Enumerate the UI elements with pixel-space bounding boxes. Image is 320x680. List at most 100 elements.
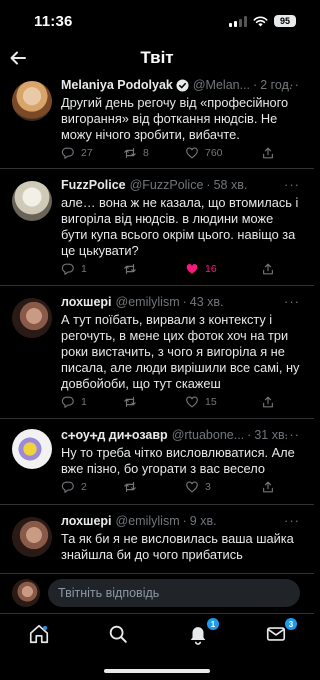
cellular-signal-icon: [229, 15, 247, 27]
author-name[interactable]: с🕂оу🕂д ди🕂озавр: [61, 428, 168, 443]
like-button[interactable]: 16: [185, 262, 217, 276]
tweet[interactable]: FuzzPolice @FuzzPolice · 58 хв. ··· але……: [0, 168, 314, 285]
heart-icon: [186, 481, 198, 493]
verified-badge-icon: [176, 78, 189, 92]
author-handle[interactable]: @rtuabone...: [172, 428, 244, 442]
heart-filled-icon: [186, 264, 198, 274]
nav-messages[interactable]: 3: [265, 618, 297, 647]
more-options-icon[interactable]: ···: [284, 177, 300, 192]
share-button[interactable]: [261, 395, 275, 409]
nav-notifications[interactable]: 1: [187, 618, 219, 647]
wifi-icon: [253, 16, 268, 26]
reply-icon: [61, 396, 74, 408]
tweet-time: 9 хв.: [189, 514, 217, 528]
bell-icon: [190, 627, 206, 645]
avatar[interactable]: [12, 517, 52, 557]
messages-badge: 3: [285, 618, 297, 630]
reply-button[interactable]: 1: [61, 262, 87, 276]
search-icon: [109, 625, 127, 643]
share-icon: [263, 481, 273, 493]
author-name[interactable]: лохшері: [61, 295, 112, 309]
retweet-button[interactable]: 8: [123, 146, 149, 160]
tweet[interactable]: лохшері @emilylism · 43 хв. ··· А тут по…: [0, 285, 314, 418]
tweet-text: Ну то треба чітко висловлюватися. Але вж…: [61, 445, 295, 476]
like-button[interactable]: 760: [185, 146, 223, 160]
reply-count: 1: [81, 263, 87, 275]
heart-icon: [186, 396, 198, 408]
author-name[interactable]: лохшері: [61, 514, 112, 528]
author-name[interactable]: FuzzPolice: [61, 178, 126, 192]
reply-input[interactable]: [48, 579, 300, 607]
like-button[interactable]: 3: [185, 480, 211, 494]
avatar[interactable]: [12, 298, 52, 338]
like-count: 15: [205, 396, 217, 408]
status-bar: 11:36 95: [0, 0, 314, 40]
avatar[interactable]: [12, 429, 52, 469]
share-button[interactable]: [261, 480, 275, 494]
reply-icon: [61, 263, 74, 275]
avatar[interactable]: [12, 81, 52, 121]
tweet-actions: 2 3: [61, 479, 300, 495]
tweet-text: А тут поїбать, вирвали з контексту і рег…: [61, 312, 300, 391]
separator-dot: ·: [182, 295, 187, 309]
reply-button[interactable]: 1: [61, 395, 87, 409]
retweet-button[interactable]: [123, 262, 143, 276]
tweet[interactable]: лохшері @emilylism · 9 хв. ··· Та як би …: [0, 504, 314, 573]
system-icons: 95: [229, 15, 296, 27]
separator-dot: ·: [206, 178, 211, 192]
current-user-avatar[interactable]: [12, 579, 40, 607]
nav-home[interactable]: [28, 623, 52, 647]
reply-icon: [61, 147, 74, 159]
avatar[interactable]: [12, 181, 52, 221]
share-button[interactable]: [261, 146, 275, 160]
share-icon: [263, 147, 273, 159]
more-options-icon[interactable]: ···: [284, 77, 300, 92]
heart-icon: [186, 147, 198, 159]
share-button[interactable]: [261, 262, 275, 276]
retweet-count: 8: [143, 147, 149, 159]
author-handle[interactable]: @emilylism: [116, 514, 180, 528]
author-name[interactable]: Melaniya Podolyak: [61, 78, 173, 92]
tweet-actions: 1 16: [61, 261, 300, 277]
status-time: 11:36: [34, 12, 73, 30]
retweet-icon: [124, 148, 136, 158]
home-indicator[interactable]: [104, 669, 210, 673]
tweet-actions: 27 8 760: [61, 145, 300, 161]
author-handle[interactable]: @emilylism: [116, 295, 180, 309]
tweet-actions: 1 15: [61, 394, 300, 410]
separator-dot: ·: [247, 428, 252, 442]
reply-bar: [0, 573, 314, 613]
tweet-time: 43 хв.: [189, 295, 224, 309]
reply-button[interactable]: 2: [61, 480, 87, 494]
tweet-time: 58 хв.: [213, 178, 248, 192]
retweet-button[interactable]: [123, 480, 143, 494]
tweet[interactable]: Melaniya Podolyak @Melan... · 2 год. ···…: [0, 68, 314, 168]
like-button[interactable]: 15: [185, 395, 217, 409]
new-content-dot: [43, 626, 47, 630]
reply-count: 27: [81, 147, 93, 159]
tweet[interactable]: с🕂оу🕂д ди🕂озавр @rtuabone... · 31 хв. ··…: [0, 418, 314, 504]
bottom-nav: 1 3: [0, 613, 314, 680]
mail-icon: [266, 627, 286, 641]
nav-search[interactable]: [107, 623, 131, 647]
more-options-icon[interactable]: ···: [284, 294, 300, 309]
battery-icon: 95: [274, 15, 296, 27]
tweet-text: Другий день регочу від «професійного виг…: [61, 95, 289, 142]
reply-button[interactable]: 27: [61, 146, 93, 160]
share-icon: [263, 263, 273, 275]
author-handle[interactable]: @Melan...: [193, 78, 250, 92]
tweet-text: але… вона ж не казала, що втомилась і ви…: [61, 195, 299, 258]
notifications-badge: 1: [207, 618, 219, 630]
author-handle[interactable]: @FuzzPolice: [130, 178, 204, 192]
like-count: 16: [205, 263, 217, 275]
tweet-text: Та як би я не висловилась ваша шайка зна…: [61, 531, 294, 562]
like-count: 3: [205, 481, 211, 493]
retweet-button[interactable]: [123, 395, 143, 409]
reply-count: 2: [81, 481, 87, 493]
reply-count: 1: [81, 396, 87, 408]
more-options-icon[interactable]: ···: [284, 427, 300, 442]
more-options-icon[interactable]: ···: [284, 513, 300, 528]
like-count: 760: [205, 147, 223, 159]
retweet-icon: [124, 397, 136, 407]
separator-dot: ·: [182, 514, 187, 528]
